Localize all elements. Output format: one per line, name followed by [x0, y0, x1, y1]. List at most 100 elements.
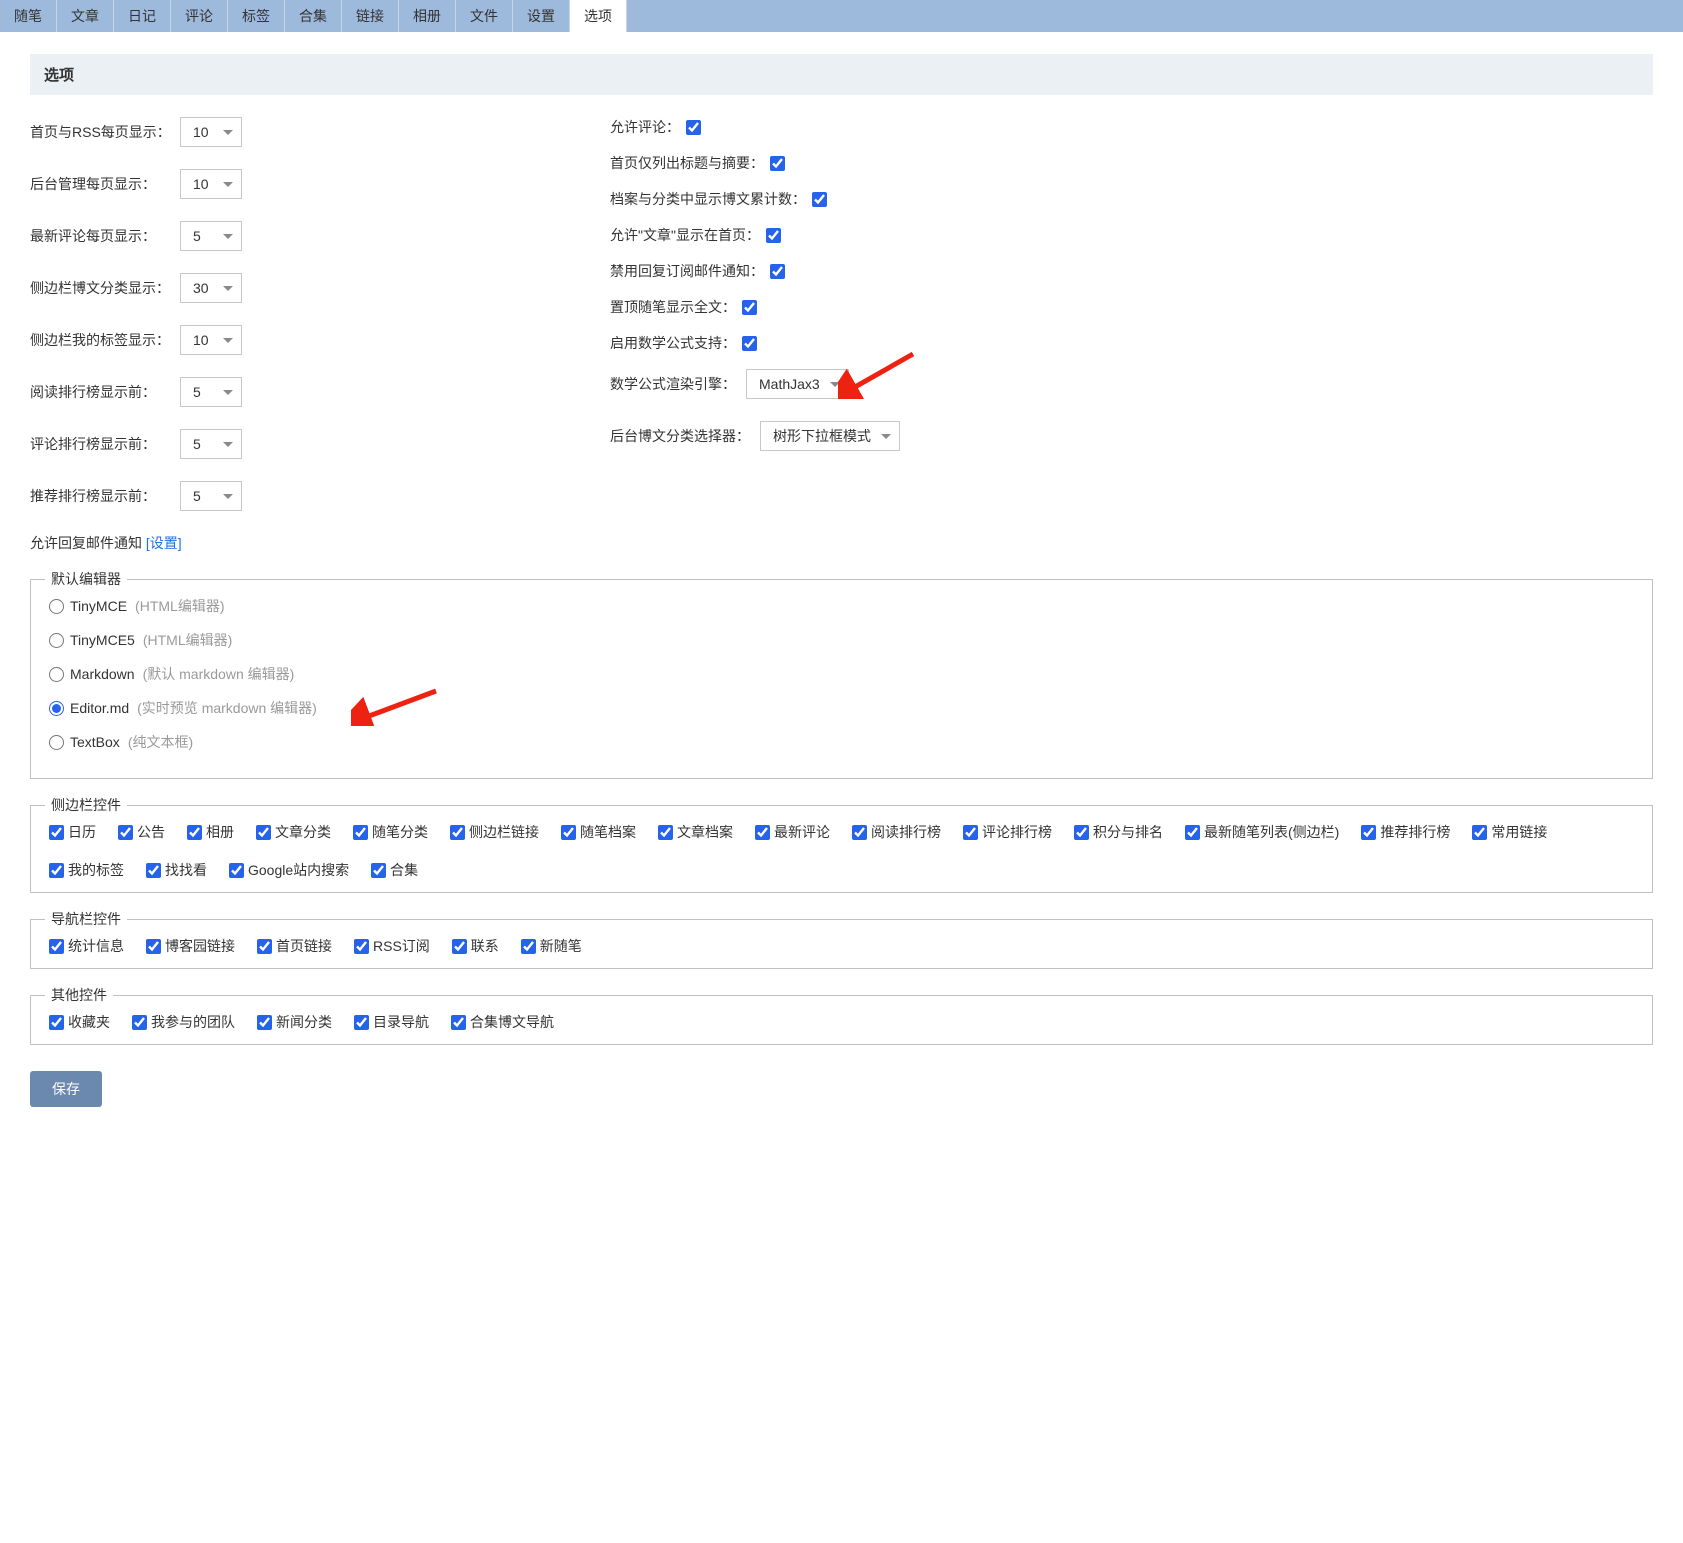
- editor-radio-3[interactable]: [49, 701, 64, 716]
- sidebar-widget-checkbox-16[interactable]: [146, 863, 161, 878]
- sidebar-category-label: 侧边栏博文分类显示：: [30, 278, 180, 298]
- other-widget-checkbox-0[interactable]: [49, 1015, 64, 1030]
- other-widget-checkbox-3[interactable]: [354, 1015, 369, 1030]
- sidebar-widget-checkbox-18[interactable]: [371, 863, 386, 878]
- title-summary-checkbox[interactable]: [770, 156, 785, 171]
- tab-文件[interactable]: 文件: [456, 0, 513, 32]
- other-widget-checkbox-2[interactable]: [257, 1015, 272, 1030]
- enable-math-label: 启用数学公式支持：: [610, 333, 736, 353]
- allow-comment-label: 允许评论：: [610, 117, 680, 137]
- nav-widget-label-2: 首页链接: [276, 936, 332, 956]
- comment-rank-select[interactable]: 5: [180, 429, 242, 459]
- sidebar-widget-checkbox-5[interactable]: [450, 825, 465, 840]
- other-widget-checkbox-4[interactable]: [451, 1015, 466, 1030]
- comment-rank-label: 评论排行榜显示前：: [30, 434, 180, 454]
- nav-widget-checkbox-3[interactable]: [354, 939, 369, 954]
- sidebar-widget-checkbox-10[interactable]: [963, 825, 978, 840]
- editor-fieldset: 默认编辑器 TinyMCE(HTML编辑器)TinyMCE5(HTML编辑器)M…: [30, 579, 1653, 779]
- sidebar-tags-select[interactable]: 10: [180, 325, 242, 355]
- tab-设置[interactable]: 设置: [513, 0, 570, 32]
- editor-name-1: TinyMCE5: [70, 632, 135, 648]
- other-widget-label-3: 目录导航: [373, 1012, 429, 1032]
- sidebar-widget-checkbox-15[interactable]: [49, 863, 64, 878]
- comment-perpage-label: 最新评论每页显示：: [30, 226, 180, 246]
- allow-article-checkbox[interactable]: [766, 228, 781, 243]
- sidebar-widget-label-8: 最新评论: [774, 822, 830, 842]
- nav-widget-checkbox-0[interactable]: [49, 939, 64, 954]
- sidebar-widget-label-3: 文章分类: [275, 822, 331, 842]
- comment-perpage-select[interactable]: 5: [180, 221, 242, 251]
- other-widget-label-1: 我参与的团队: [151, 1012, 235, 1032]
- pin-fulltext-checkbox[interactable]: [742, 300, 757, 315]
- admin-perpage-select[interactable]: 10: [180, 169, 242, 199]
- sidebar-widget-checkbox-1[interactable]: [118, 825, 133, 840]
- editor-radio-1[interactable]: [49, 633, 64, 648]
- sidebar-widget-checkbox-2[interactable]: [187, 825, 202, 840]
- nav-widget-checkbox-1[interactable]: [146, 939, 161, 954]
- disable-reply-mail-checkbox[interactable]: [770, 264, 785, 279]
- other-widget-label-4: 合集博文导航: [470, 1012, 554, 1032]
- home-rss-select[interactable]: 10: [180, 117, 242, 147]
- recommend-rank-label: 推荐排行榜显示前：: [30, 486, 180, 506]
- allow-article-label: 允许"文章"显示在首页：: [610, 225, 760, 245]
- tab-随笔[interactable]: 随笔: [0, 0, 57, 32]
- nav-widget-checkbox-4[interactable]: [452, 939, 467, 954]
- sidebar-category-select[interactable]: 30: [180, 273, 242, 303]
- sidebar-widget-label-17: Google站内搜索: [248, 860, 349, 880]
- nav-widget-checkbox-2[interactable]: [257, 939, 272, 954]
- page-title: 选项: [30, 54, 1653, 95]
- sidebar-widget-checkbox-6[interactable]: [561, 825, 576, 840]
- save-button[interactable]: 保存: [30, 1071, 102, 1107]
- editor-radio-4[interactable]: [49, 735, 64, 750]
- sidebar-widget-label-11: 积分与排名: [1093, 822, 1163, 842]
- other-widget-checkbox-1[interactable]: [132, 1015, 147, 1030]
- tab-标签[interactable]: 标签: [228, 0, 285, 32]
- math-engine-select[interactable]: MathJax3: [746, 369, 849, 399]
- tab-合集[interactable]: 合集: [285, 0, 342, 32]
- editor-desc-1: (HTML编辑器): [143, 630, 232, 650]
- read-rank-label: 阅读排行榜显示前：: [30, 382, 180, 402]
- admin-perpage-label: 后台管理每页显示：: [30, 174, 180, 194]
- sidebar-widget-checkbox-11[interactable]: [1074, 825, 1089, 840]
- sidebar-widget-checkbox-17[interactable]: [229, 863, 244, 878]
- editor-legend: 默认编辑器: [45, 569, 127, 589]
- sidebar-widgets-fieldset: 侧边栏控件 日历公告相册文章分类随笔分类侧边栏链接随笔档案文章档案最新评论阅读排…: [30, 805, 1653, 893]
- nav-widget-label-0: 统计信息: [68, 936, 124, 956]
- sidebar-widget-checkbox-0[interactable]: [49, 825, 64, 840]
- chevron-down-icon: [881, 434, 891, 439]
- chevron-down-icon: [223, 442, 233, 447]
- category-selector-select[interactable]: 树形下拉框模式: [760, 421, 900, 451]
- chevron-down-icon: [223, 182, 233, 187]
- sidebar-widget-checkbox-9[interactable]: [852, 825, 867, 840]
- sidebar-widget-checkbox-8[interactable]: [755, 825, 770, 840]
- sidebar-widget-checkbox-4[interactable]: [353, 825, 368, 840]
- tab-链接[interactable]: 链接: [342, 0, 399, 32]
- home-rss-label: 首页与RSS每页显示：: [30, 122, 180, 142]
- editor-desc-2: (默认 markdown 编辑器): [143, 664, 295, 684]
- tab-评论[interactable]: 评论: [171, 0, 228, 32]
- tab-选项[interactable]: 选项: [570, 0, 627, 32]
- recommend-rank-select[interactable]: 5: [180, 481, 242, 511]
- sidebar-widget-checkbox-3[interactable]: [256, 825, 271, 840]
- sidebar-widget-label-2: 相册: [206, 822, 234, 842]
- sidebar-widget-checkbox-7[interactable]: [658, 825, 673, 840]
- sidebar-widget-checkbox-13[interactable]: [1361, 825, 1376, 840]
- sidebar-widget-label-5: 侧边栏链接: [469, 822, 539, 842]
- sidebar-widget-checkbox-12[interactable]: [1185, 825, 1200, 840]
- allow-comment-checkbox[interactable]: [686, 120, 701, 135]
- tab-日记[interactable]: 日记: [114, 0, 171, 32]
- mail-notice-link[interactable]: [设置]: [146, 535, 182, 551]
- nav-widget-checkbox-5[interactable]: [521, 939, 536, 954]
- sidebar-widget-checkbox-14[interactable]: [1472, 825, 1487, 840]
- tab-文章[interactable]: 文章: [57, 0, 114, 32]
- enable-math-checkbox[interactable]: [742, 336, 757, 351]
- other-widgets-fieldset: 其他控件 收藏夹我参与的团队新闻分类目录导航合集博文导航: [30, 995, 1653, 1045]
- tab-相册[interactable]: 相册: [399, 0, 456, 32]
- sidebar-widget-label-12: 最新随笔列表(侧边栏): [1204, 822, 1339, 842]
- editor-radio-0[interactable]: [49, 599, 64, 614]
- editor-desc-4: (纯文本框): [128, 732, 193, 752]
- sidebar-widget-label-4: 随笔分类: [372, 822, 428, 842]
- archive-count-checkbox[interactable]: [812, 192, 827, 207]
- editor-radio-2[interactable]: [49, 667, 64, 682]
- read-rank-select[interactable]: 5: [180, 377, 242, 407]
